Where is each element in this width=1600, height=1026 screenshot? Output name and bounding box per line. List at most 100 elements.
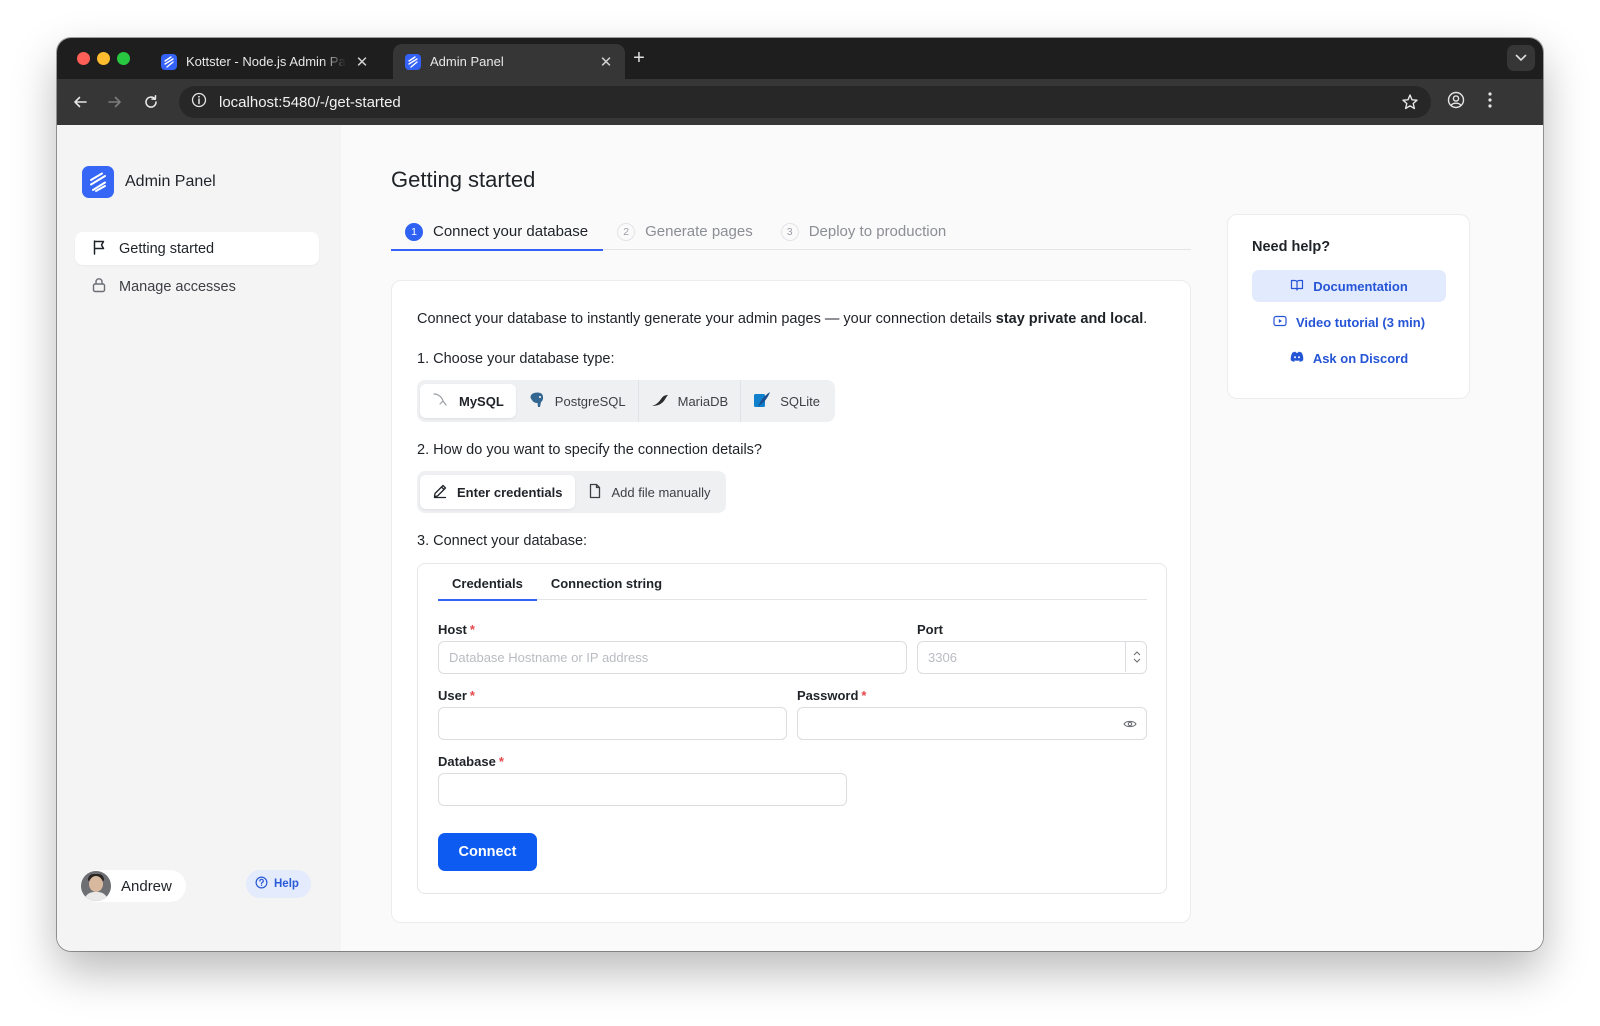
connect-database-card: Connect your database to instantly gener… bbox=[391, 280, 1191, 923]
step-generate-pages[interactable]: 2 Generate pages bbox=[603, 214, 767, 249]
brand-name: Admin Panel bbox=[125, 173, 216, 190]
chevron-down-icon bbox=[1133, 658, 1140, 663]
close-tab-icon[interactable]: ✕ bbox=[599, 53, 613, 71]
user-label: User * bbox=[438, 688, 475, 703]
show-password-eye-icon[interactable] bbox=[1123, 717, 1137, 735]
user-input[interactable] bbox=[438, 707, 787, 740]
user-name: Andrew bbox=[121, 877, 172, 895]
db-option-label: SQLite bbox=[780, 393, 820, 409]
discord-link[interactable]: Ask on Discord bbox=[1252, 342, 1446, 374]
tab-credentials[interactable]: Credentials bbox=[438, 564, 537, 601]
connection-method-selector: Enter credentials Add file manually bbox=[417, 471, 726, 513]
help-card: Need help? Documentation Video tutorial … bbox=[1227, 214, 1470, 399]
lock-icon bbox=[91, 277, 107, 297]
tab-search-chevron-icon[interactable] bbox=[1507, 45, 1535, 71]
step-deploy-production[interactable]: 3 Deploy to production bbox=[767, 214, 961, 249]
sidebar-item-label: Manage accesses bbox=[119, 278, 236, 295]
password-label: Password * bbox=[797, 688, 867, 703]
reload-icon[interactable] bbox=[140, 91, 162, 113]
port-input[interactable] bbox=[917, 641, 1147, 674]
close-tab-icon[interactable]: ✕ bbox=[355, 53, 369, 71]
brand[interactable]: Admin Panel bbox=[82, 166, 216, 198]
sidebar-item-manage-accesses[interactable]: Manage accesses bbox=[75, 270, 319, 303]
chevron-up-icon bbox=[1133, 650, 1140, 655]
database-input[interactable] bbox=[438, 773, 847, 806]
step-number: 3 bbox=[780, 222, 799, 241]
stepper: 1 Connect your database 2 Generate pages… bbox=[391, 214, 1191, 251]
credentials-panel: Credentials Connection string Host* Port… bbox=[417, 563, 1167, 894]
connect-button[interactable]: Connect bbox=[438, 833, 537, 871]
question-connection-method: 2. How do you want to specify the connec… bbox=[417, 442, 762, 458]
help-button[interactable]: Help bbox=[246, 870, 311, 898]
sidebar-item-getting-started[interactable]: Getting started bbox=[75, 232, 319, 265]
discord-icon bbox=[1290, 351, 1304, 366]
tab-title: Admin Panel bbox=[430, 54, 504, 69]
sidebar-nav: Getting started Manage accesses bbox=[75, 232, 319, 308]
port-label: Port bbox=[917, 622, 943, 637]
mariadb-seal-icon bbox=[651, 392, 669, 411]
tab-title: Kottster - Node.js Admin Panel bbox=[186, 54, 346, 69]
browser-menu-icon[interactable] bbox=[1487, 91, 1493, 114]
user-menu[interactable]: Andrew bbox=[81, 870, 186, 902]
database-label: Database * bbox=[438, 754, 504, 769]
help-link-label: Documentation bbox=[1313, 278, 1408, 294]
video-icon bbox=[1273, 314, 1287, 331]
browser-window: Kottster - Node.js Admin Panel ✕ Admin P… bbox=[57, 38, 1543, 951]
postgresql-elephant-icon bbox=[528, 391, 546, 412]
method-enter-credentials[interactable]: Enter credentials bbox=[420, 475, 575, 509]
main-content: Getting started 1 Connect your database … bbox=[341, 125, 1543, 951]
help-label: Help bbox=[274, 878, 299, 890]
port-field bbox=[917, 641, 1147, 674]
page-title: Getting started bbox=[391, 167, 536, 192]
method-add-file[interactable]: Add file manually bbox=[575, 475, 723, 509]
file-icon bbox=[587, 483, 603, 502]
back-arrow-icon[interactable] bbox=[69, 91, 91, 113]
tab-connection-string[interactable]: Connection string bbox=[537, 564, 676, 600]
step-number: 1 bbox=[405, 222, 423, 241]
sidebar-item-label: Getting started bbox=[119, 240, 215, 257]
db-option-mysql[interactable]: MySQL bbox=[420, 384, 516, 418]
bookmark-star-icon[interactable] bbox=[1401, 93, 1419, 115]
video-tutorial-link[interactable]: Video tutorial (3 min) bbox=[1252, 306, 1446, 338]
browser-toolbar: localhost:5480/-/get-started bbox=[57, 79, 1543, 125]
db-option-mariadb[interactable]: MariaDB bbox=[639, 384, 741, 418]
port-stepper[interactable] bbox=[1125, 641, 1147, 672]
host-label: Host * bbox=[438, 622, 475, 637]
close-window-button[interactable] bbox=[77, 52, 90, 65]
url-text: localhost:5480/-/get-started bbox=[219, 93, 401, 111]
new-tab-icon[interactable]: + bbox=[627, 47, 651, 70]
host-input[interactable] bbox=[438, 641, 907, 674]
address-bar[interactable]: localhost:5480/-/get-started bbox=[179, 86, 1431, 118]
sidebar: Admin Panel Getting started Manage acces… bbox=[57, 125, 341, 951]
mysql-dolphin-icon bbox=[432, 392, 450, 411]
question-connect: 3. Connect your database: bbox=[417, 533, 588, 549]
kottster-logo-icon bbox=[82, 166, 114, 198]
credential-tabs: Credentials Connection string bbox=[438, 564, 1147, 601]
documentation-link[interactable]: Documentation bbox=[1252, 270, 1446, 302]
avatar bbox=[81, 871, 111, 901]
db-option-sqlite[interactable]: SQLite bbox=[741, 384, 832, 418]
profile-icon[interactable] bbox=[1447, 91, 1465, 114]
db-type-selector: MySQL PostgreSQL MariaDB SQLite bbox=[417, 380, 835, 422]
admin-panel-favicon-icon bbox=[405, 53, 421, 70]
db-option-postgresql[interactable]: PostgreSQL bbox=[516, 384, 638, 418]
step-label: Generate pages bbox=[645, 223, 753, 240]
db-option-label: MySQL bbox=[459, 393, 504, 409]
password-input[interactable] bbox=[797, 707, 1147, 740]
minimize-window-button[interactable] bbox=[97, 52, 110, 65]
browser-tab-kottster[interactable]: Kottster - Node.js Admin Panel ✕ bbox=[149, 44, 381, 79]
help-link-label: Ask on Discord bbox=[1312, 350, 1409, 366]
question-db-type: 1. Choose your database type: bbox=[417, 351, 615, 367]
step-connect-database[interactable]: 1 Connect your database bbox=[391, 214, 604, 251]
site-info-icon[interactable] bbox=[191, 92, 207, 112]
step-label: Deploy to production bbox=[808, 223, 947, 240]
intro-emphasis: stay private and local bbox=[995, 311, 1144, 327]
sqlite-feather-icon bbox=[753, 391, 771, 412]
browser-tab-admin-panel[interactable]: Admin Panel ✕ bbox=[393, 44, 625, 79]
question-circle-icon bbox=[255, 876, 268, 892]
zoom-window-button[interactable] bbox=[117, 52, 130, 65]
forward-arrow-icon[interactable] bbox=[104, 91, 126, 113]
method-label: Enter credentials bbox=[457, 484, 563, 500]
intro-text: Connect your database to instantly gener… bbox=[417, 311, 1148, 327]
help-title: Need help? bbox=[1252, 239, 1331, 255]
